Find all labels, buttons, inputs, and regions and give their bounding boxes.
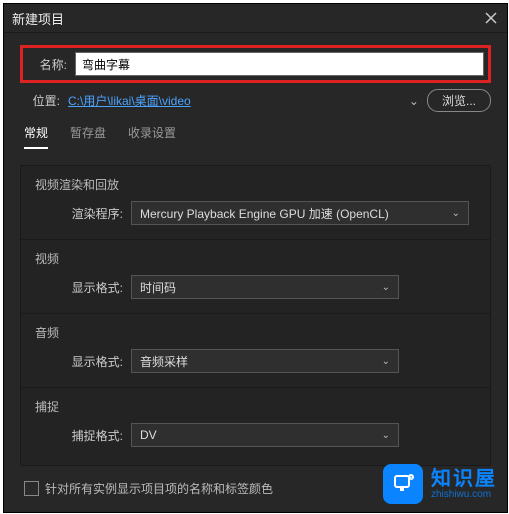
location-label: 位置:	[20, 92, 60, 109]
name-row-highlight: 名称:	[20, 45, 491, 83]
section-capture-title: 捕捉	[35, 398, 476, 415]
location-path[interactable]: C:\用户\likai\桌面\video	[68, 92, 401, 109]
watermark-text: 知识屋 zhishiwu.com	[431, 469, 497, 500]
chevron-down-icon: ⌄	[382, 282, 390, 293]
new-project-dialog: 新建项目 名称: 位置: C:\用户\likai\桌面\video ⌄ 浏览..…	[3, 3, 508, 513]
watermark-icon: ?	[383, 464, 423, 504]
render-engine-value: Mercury Playback Engine GPU 加速 (OpenCL)	[140, 205, 389, 222]
browse-button[interactable]: 浏览...	[427, 89, 491, 112]
section-audio: 音频 显示格式: 音频采样 ⌄	[35, 324, 476, 373]
watermark: ? 知识屋 zhishiwu.com	[383, 464, 497, 504]
location-row: 位置: C:\用户\likai\桌面\video ⌄ 浏览...	[20, 89, 491, 112]
audio-format-value: 音频采样	[140, 353, 188, 370]
divider	[21, 239, 490, 240]
show-names-checkbox[interactable]	[24, 481, 39, 496]
capture-format-value: DV	[140, 428, 157, 442]
tab-scratch-disks[interactable]: 暂存盘	[70, 124, 106, 149]
section-render: 视频渲染和回放 渲染程序: Mercury Playback Engine GP…	[35, 176, 476, 225]
tab-general[interactable]: 常规	[24, 124, 48, 149]
divider	[21, 387, 490, 388]
watermark-brand: 知识屋	[431, 469, 497, 489]
section-render-title: 视频渲染和回放	[35, 176, 476, 193]
watermark-url: zhishiwu.com	[431, 489, 497, 500]
render-engine-select[interactable]: Mercury Playback Engine GPU 加速 (OpenCL) …	[131, 201, 469, 225]
project-name-input[interactable]	[75, 52, 484, 76]
name-label: 名称:	[27, 56, 67, 73]
close-icon	[485, 12, 497, 24]
chevron-down-icon: ⌄	[382, 356, 390, 367]
location-dropdown-icon[interactable]: ⌄	[409, 94, 419, 108]
divider	[21, 313, 490, 314]
section-video: 视频 显示格式: 时间码 ⌄	[35, 250, 476, 299]
dialog-body: 名称: 位置: C:\用户\likai\桌面\video ⌄ 浏览... 常规 …	[4, 33, 507, 505]
titlebar: 新建项目	[4, 4, 507, 33]
video-format-label: 显示格式:	[55, 279, 123, 296]
video-format-select[interactable]: 时间码 ⌄	[131, 275, 399, 299]
chevron-down-icon: ⌄	[452, 208, 460, 219]
section-audio-title: 音频	[35, 324, 476, 341]
settings-panel: 视频渲染和回放 渲染程序: Mercury Playback Engine GP…	[20, 165, 491, 466]
capture-format-select[interactable]: DV ⌄	[131, 423, 399, 447]
show-names-label: 针对所有实例显示项目项的名称和标签颜色	[45, 480, 273, 497]
capture-format-label: 捕捉格式:	[55, 427, 123, 444]
video-format-value: 时间码	[140, 279, 176, 296]
svg-text:?: ?	[410, 476, 413, 482]
audio-format-label: 显示格式:	[55, 353, 123, 370]
render-label: 渲染程序:	[55, 205, 123, 222]
audio-format-select[interactable]: 音频采样 ⌄	[131, 349, 399, 373]
chevron-down-icon: ⌄	[382, 430, 390, 441]
dialog-title: 新建项目	[12, 9, 64, 28]
section-video-title: 视频	[35, 250, 476, 267]
close-button[interactable]	[483, 10, 499, 26]
tabs: 常规 暂存盘 收录设置	[24, 124, 491, 149]
tab-ingest[interactable]: 收录设置	[128, 124, 176, 149]
section-capture: 捕捉 捕捉格式: DV ⌄	[35, 398, 476, 447]
